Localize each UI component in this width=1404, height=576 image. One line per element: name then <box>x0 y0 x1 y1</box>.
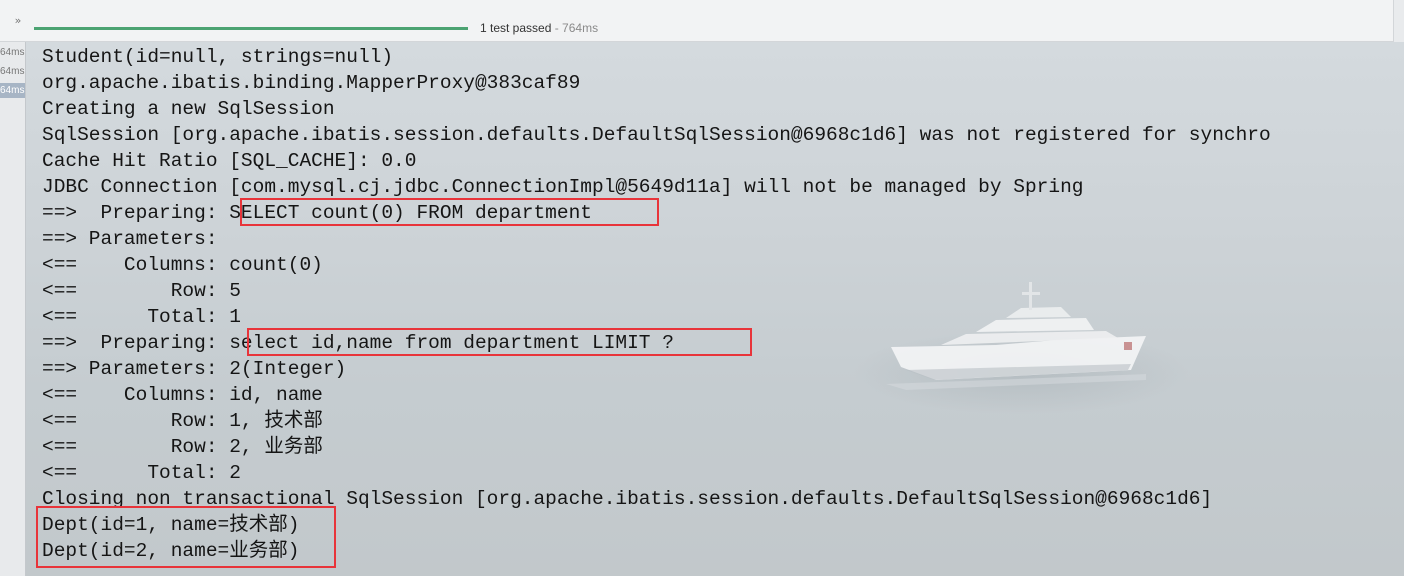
console-line: ==> Parameters: <box>42 228 230 250</box>
console-line: <== Columns: count(0) <box>42 254 323 276</box>
highlight-box-results <box>36 506 336 568</box>
highlight-box-limit-query <box>247 328 752 356</box>
console-output[interactable]: Student(id=null, strings=null) org.apache… <box>26 42 1404 576</box>
console-line: <== Row: 1, 技术部 <box>42 410 323 432</box>
test-progress-fill <box>34 27 468 30</box>
yacht-background-image <box>886 282 1146 390</box>
console-line: <== Row: 2, 业务部 <box>42 436 323 458</box>
test-tree-item-3[interactable]: 64ms <box>0 83 25 98</box>
test-progress-bar <box>34 27 468 30</box>
test-status-text: 1 test passed <box>480 21 552 35</box>
console-line: <== Columns: id, name <box>42 384 323 406</box>
test-duration: 64ms <box>0 47 25 58</box>
test-tree-item-1[interactable]: 64ms <box>0 45 25 60</box>
console-line: JDBC Connection [com.mysql.cj.jdbc.Conne… <box>42 176 1084 198</box>
highlight-box-count-query <box>240 198 659 226</box>
console-line: <== Total: 1 <box>42 306 241 328</box>
test-status-duration: - 764ms <box>551 21 599 35</box>
console-line: Cache Hit Ratio [SQL_CACHE]: 0.0 <box>42 150 417 172</box>
console-line: SqlSession [org.apache.ibatis.session.de… <box>42 124 1271 146</box>
console-line: org.apache.ibatis.binding.MapperProxy@38… <box>42 72 581 94</box>
toolbar-right-edge <box>1393 0 1404 42</box>
console-line: ==> Parameters: 2(Integer) <box>42 358 347 380</box>
console-line: <== Row: 5 <box>42 280 241 302</box>
test-tree-panel: 64ms 64ms 64ms <box>0 42 26 576</box>
console-line: Student(id=null, strings=null) <box>42 46 394 68</box>
test-runner-toolbar: » 1 test passed - 764ms <box>0 0 1404 42</box>
test-status: 1 test passed - 764ms <box>480 21 598 35</box>
console-line: Creating a new SqlSession <box>42 98 335 120</box>
console-line: <== Total: 2 <box>42 462 241 484</box>
test-duration: 64ms <box>0 85 25 96</box>
test-duration: 64ms <box>0 66 25 77</box>
test-tree-item-2[interactable]: 64ms <box>0 64 25 79</box>
expand-chevron-icon[interactable]: » <box>10 14 26 28</box>
